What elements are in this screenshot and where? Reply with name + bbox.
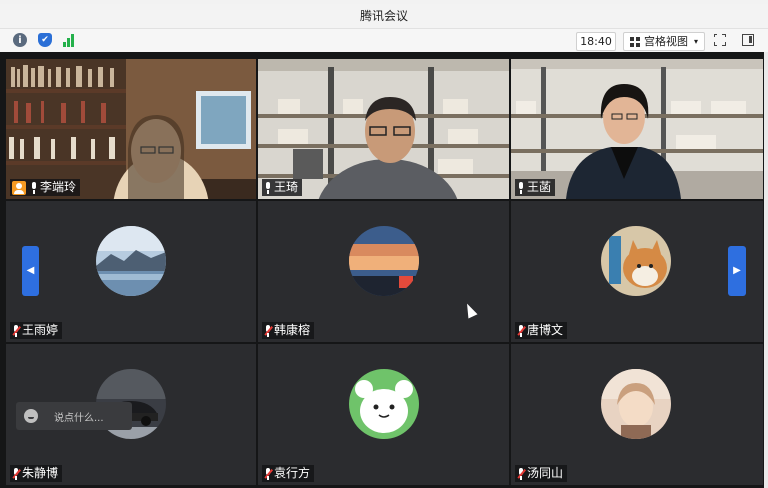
host-icon: [12, 180, 26, 195]
microphone-icon: [30, 181, 38, 194]
video-tile-3[interactable]: 王菡: [511, 59, 763, 199]
emoji-icon[interactable]: [24, 409, 38, 423]
video-tile-1[interactable]: 李端玲: [6, 59, 256, 199]
participant-name: 李端玲: [40, 180, 77, 194]
security-shield-icon[interactable]: ✔: [38, 33, 52, 47]
participant-video-bookshelf: [6, 59, 256, 199]
microphone-muted-icon: [12, 324, 21, 337]
mountain-lake-avatar: [96, 226, 166, 296]
white-cartoon-cat-avatar: [349, 369, 419, 439]
participant-name-tag: 韩康榕: [262, 322, 315, 339]
sidebar-toggle-icon[interactable]: [742, 34, 754, 46]
avatar: [601, 226, 671, 296]
participant-video-office: [511, 59, 763, 199]
microphone-icon: [264, 181, 272, 194]
next-page-button[interactable]: ▶: [728, 246, 746, 296]
participant-name-tag: 王雨婷: [10, 322, 63, 339]
participant-name: 袁行方: [274, 466, 311, 480]
participant-name-tag: 王琦: [262, 179, 303, 196]
chat-input[interactable]: 说点什么...: [16, 402, 132, 430]
video-tile-4[interactable]: 王雨婷: [6, 201, 256, 342]
grid-view-dropdown[interactable]: 宫格视图 ▾: [623, 32, 705, 51]
meeting-duration: 18:40: [576, 32, 616, 51]
microphone-muted-icon: [12, 467, 21, 480]
microphone-muted-icon: [517, 467, 526, 480]
previous-page-button[interactable]: ◀: [22, 246, 39, 296]
participant-name-tag: 唐博文: [515, 322, 568, 339]
participant-name: 韩康榕: [274, 323, 311, 337]
video-tile-2[interactable]: 王琦: [258, 59, 509, 199]
participant-name: 汤同山: [527, 466, 564, 480]
video-tile-5[interactable]: 韩康榕: [258, 201, 509, 342]
avatar: [349, 226, 419, 296]
video-tile-6[interactable]: 唐博文: [511, 201, 763, 342]
microphone-muted-icon: [517, 324, 526, 337]
participant-name: 王雨婷: [22, 323, 59, 337]
avatar: [96, 226, 166, 296]
chevron-right-icon: ▶: [733, 265, 741, 276]
window-title: 腾讯会议: [0, 4, 768, 29]
chevron-down-icon: ▾: [693, 37, 698, 46]
participant-name-tag: 袁行方: [262, 465, 315, 482]
anime-character-avatar: [601, 369, 671, 439]
participant-name-tag: 王菡: [515, 179, 556, 196]
participant-video-office: [258, 59, 509, 199]
avatar: [601, 369, 671, 439]
network-signal-icon[interactable]: [61, 33, 75, 47]
grid-view-icon: [630, 37, 640, 47]
chat-placeholder: 说点什么...: [54, 412, 104, 424]
participant-name-tag: 朱静博: [10, 465, 63, 482]
info-icon[interactable]: i: [13, 33, 27, 47]
microphone-icon: [517, 181, 525, 194]
participant-name: 王琦: [274, 180, 299, 194]
fullscreen-icon[interactable]: [713, 33, 726, 46]
view-label: 宫格视图: [644, 35, 688, 48]
scrollbar[interactable]: [764, 52, 768, 488]
shiba-dog-avatar: [601, 226, 671, 296]
meeting-toolbar: i ✔ 18:40 宫格视图 ▾: [0, 29, 768, 53]
chevron-left-icon: ◀: [26, 265, 35, 276]
participant-name-tag: 汤同山: [515, 465, 568, 482]
avatar: [349, 369, 419, 439]
video-tile-8[interactable]: 袁行方: [258, 344, 509, 485]
participant-name: 朱静博: [22, 466, 59, 480]
participant-name: 王菡: [527, 180, 552, 194]
video-tile-9[interactable]: 汤同山: [511, 344, 763, 485]
microphone-muted-icon: [264, 324, 273, 337]
sunset-sky-avatar: [349, 226, 419, 296]
microphone-muted-icon: [264, 467, 273, 480]
participant-name: 唐博文: [527, 323, 564, 337]
participant-name-tag: 李端玲: [10, 179, 81, 196]
